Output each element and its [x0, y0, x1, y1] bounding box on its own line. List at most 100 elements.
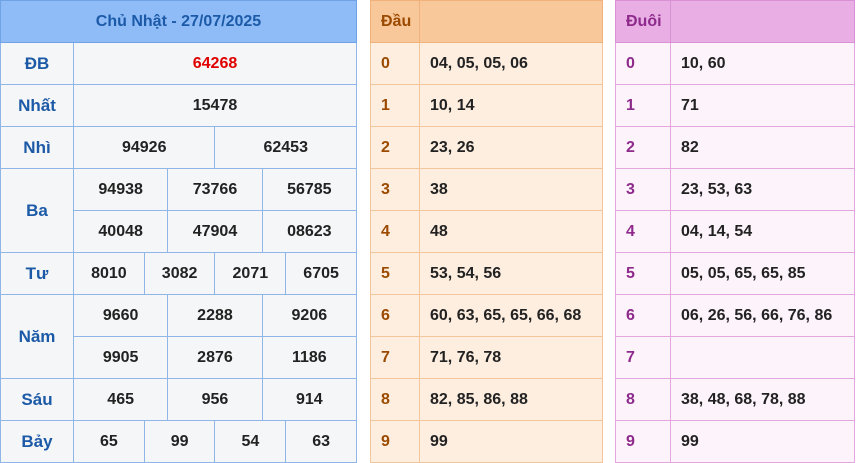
dau-value: 53, 54, 56 [419, 252, 603, 295]
dau-table: Đầu 0 04, 05, 05, 06 1 10, 14 2 23, 26 3 38 … [370, 0, 603, 463]
dau-row: 3 38 [370, 168, 603, 211]
prize-value: 62453 [214, 126, 357, 169]
prize-row-nhat: Nhất 15478 [0, 84, 357, 127]
dau-key: 0 [370, 42, 420, 85]
duoi-row: 8 38, 48, 68, 78, 88 [615, 378, 855, 421]
duoi-row: 3 23, 53, 63 [615, 168, 855, 211]
prize-value: 9660 [72, 294, 169, 337]
dau-row: 9 99 [370, 420, 603, 463]
dau-value: 48 [419, 210, 603, 253]
prize-value: 8010 [73, 252, 145, 295]
prize-value: 94938 [72, 168, 169, 211]
prize-value: 08623 [261, 210, 358, 253]
dau-row: 7 71, 76, 78 [370, 336, 603, 379]
duoi-table: Đuôi 0 10, 60 1 71 2 82 3 23, 53, 63 4 04, 14… [615, 0, 855, 463]
dau-value: 82, 85, 86, 88 [419, 378, 603, 421]
duoi-value: 10, 60 [670, 42, 855, 85]
duoi-row: 5 05, 05, 65, 65, 85 [615, 252, 855, 295]
prize-label-nam: Năm [0, 294, 74, 379]
dau-row: 0 04, 05, 05, 06 [370, 42, 603, 85]
dau-key: 7 [370, 336, 420, 379]
dau-header: Đầu [370, 0, 420, 43]
duoi-key: 4 [615, 210, 671, 253]
dau-key: 2 [370, 126, 420, 169]
prize-value: 15478 [73, 84, 357, 127]
prize-value: 3082 [143, 252, 216, 295]
duoi-header-blank [670, 0, 855, 43]
duoi-key: 3 [615, 168, 671, 211]
prize-value: 63 [285, 420, 357, 463]
duoi-value: 05, 05, 65, 65, 85 [670, 252, 855, 295]
dau-value: 71, 76, 78 [419, 336, 603, 379]
duoi-value: 04, 14, 54 [670, 210, 855, 253]
dau-key: 1 [370, 84, 420, 127]
duoi-row: 9 99 [615, 420, 855, 463]
duoi-value: 99 [670, 420, 855, 463]
prize-row-db: ĐB 64268 [0, 42, 357, 85]
dau-key: 9 [370, 420, 420, 463]
duoi-row: 4 04, 14, 54 [615, 210, 855, 253]
prize-row-ba-1: Ba 94938 73766 56785 [0, 168, 358, 253]
dau-key: 8 [370, 378, 420, 421]
prize-row-tu: Tư 8010 3082 2071 6705 [0, 252, 357, 295]
dau-row: 8 82, 85, 86, 88 [370, 378, 603, 421]
prize-value: 2288 [167, 294, 263, 337]
duoi-key: 5 [615, 252, 671, 295]
prize-label-db: ĐB [0, 42, 74, 85]
duoi-value: 71 [670, 84, 855, 127]
prize-value: 914 [261, 378, 358, 421]
duoi-header: Đuôi [615, 0, 671, 43]
prize-label-tu: Tư [0, 252, 74, 295]
prize-value: 56785 [261, 168, 358, 211]
prize-value: 47904 [167, 210, 263, 253]
dau-row: 4 48 [370, 210, 603, 253]
dau-key: 6 [370, 294, 420, 337]
dau-value: 23, 26 [419, 126, 603, 169]
dau-key: 4 [370, 210, 420, 253]
special-prize-value: 64268 [73, 42, 357, 85]
prize-value: 54 [214, 420, 287, 463]
prize-value: 1186 [261, 336, 358, 379]
duoi-value: 38, 48, 68, 78, 88 [670, 378, 855, 421]
duoi-key: 9 [615, 420, 671, 463]
prize-value: 6705 [285, 252, 357, 295]
prize-label-nhi: Nhì [0, 126, 74, 169]
prize-value: 40048 [72, 210, 169, 253]
duoi-value [670, 336, 855, 379]
dau-header-blank [419, 0, 603, 43]
dau-key: 3 [370, 168, 420, 211]
prize-row-sau: Sáu 465 956 914 [0, 378, 358, 421]
dau-value: 10, 14 [419, 84, 603, 127]
prize-label-nhat: Nhất [0, 84, 74, 127]
prize-row-nhi: Nhì 94926 62453 [0, 126, 357, 169]
dau-key: 5 [370, 252, 420, 295]
results-date-header: Chủ Nhật - 27/07/2025 [0, 0, 357, 43]
duoi-row: 6 06, 26, 56, 66, 76, 86 [615, 294, 855, 337]
dau-value: 04, 05, 05, 06 [419, 42, 603, 85]
duoi-key: 0 [615, 42, 671, 85]
lottery-results-table: Chủ Nhật - 27/07/2025 ĐB 64268 Nhất 1547… [0, 0, 358, 463]
dau-value: 99 [419, 420, 603, 463]
duoi-value: 82 [670, 126, 855, 169]
duoi-value: 06, 26, 56, 66, 76, 86 [670, 294, 855, 337]
dau-value: 60, 63, 65, 65, 66, 68 [419, 294, 603, 337]
prize-label-sau: Sáu [0, 378, 74, 421]
prize-row-nam-1: Năm 9660 2288 9206 [0, 294, 358, 379]
prize-value: 94926 [72, 126, 216, 169]
prize-value: 2876 [167, 336, 263, 379]
prize-label-ba: Ba [0, 168, 74, 253]
dau-row: 2 23, 26 [370, 126, 603, 169]
prize-value: 99 [143, 420, 216, 463]
duoi-row: 7 [615, 336, 855, 379]
dau-value: 38 [419, 168, 603, 211]
prize-value: 65 [73, 420, 145, 463]
duoi-key: 6 [615, 294, 671, 337]
prize-value: 2071 [214, 252, 287, 295]
prize-value: 956 [167, 378, 263, 421]
duoi-key: 1 [615, 84, 671, 127]
prize-row-bay: Bảy 65 99 54 63 [0, 420, 357, 463]
dau-row: 6 60, 63, 65, 65, 66, 68 [370, 294, 603, 337]
duoi-row: 0 10, 60 [615, 42, 855, 85]
duoi-key: 8 [615, 378, 671, 421]
prize-label-bay: Bảy [0, 420, 74, 463]
